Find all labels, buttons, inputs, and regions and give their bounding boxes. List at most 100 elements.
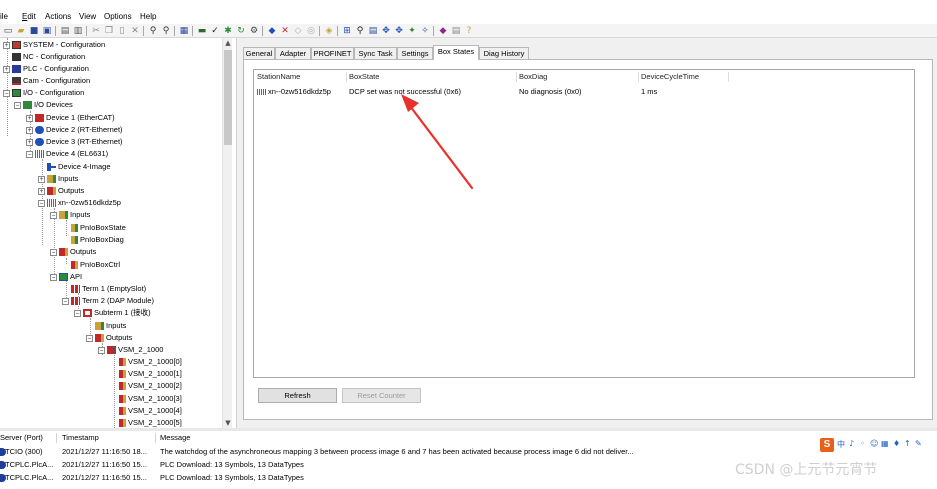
tree-item-io-devices[interactable]: − I/O Devices [14, 99, 73, 111]
tree-item-cam[interactable]: Cam - Configuration [12, 75, 90, 87]
tree-item-device-3[interactable]: + Device 3 (RT-Ethernet) [26, 136, 123, 148]
tab-box-states[interactable]: Box States [433, 45, 479, 60]
tree-item-api[interactable]: − API [50, 271, 82, 283]
moon-icon[interactable]: ♪ [849, 439, 854, 448]
tree-item-pniobox-ctrl[interactable]: PnIoBoxCtrl [71, 259, 120, 271]
activate-config-icon[interactable]: ✱ [222, 25, 234, 37]
expand-toggle[interactable]: + [3, 65, 10, 73]
col-box-diag[interactable]: BoxDiag [519, 71, 547, 83]
tree-item-term-2[interactable]: − Term 2 (DAP Module) [62, 295, 154, 307]
keyboard-icon[interactable]: ▦ [881, 439, 889, 448]
scroll-up-icon[interactable]: ▲ [223, 38, 232, 48]
chinese-mode-icon[interactable]: 中 [837, 439, 845, 450]
tree-item-subterm-1[interactable]: − Subterm 1 (接收) [74, 307, 151, 319]
tab-adapter[interactable]: Adapter [275, 47, 311, 59]
tree-item-io-config[interactable]: − I/O - Configuration [3, 87, 84, 99]
expand-toggle[interactable]: − [50, 211, 57, 219]
login-icon[interactable]: ⚙ [248, 25, 260, 37]
log-time[interactable]: 2021/12/27 11:16:50 15... [62, 472, 147, 484]
tree-item-device-4[interactable]: − Device 4 (EL6631) [26, 148, 108, 160]
tree-item-vsm-3[interactable]: VSM_2_1000[3] [119, 393, 182, 405]
goto-icon[interactable]: ▦ [178, 25, 190, 37]
free-run-icon[interactable]: ◇ [292, 25, 304, 37]
restart-icon[interactable]: ↻ [235, 25, 247, 37]
menu-view[interactable]: View [79, 12, 96, 21]
scrollbar-thumb[interactable] [224, 50, 232, 145]
expand-toggle[interactable]: − [62, 297, 69, 305]
menu-help[interactable]: Help [140, 12, 156, 21]
expand-toggle[interactable]: − [74, 309, 81, 317]
emoji-icon[interactable]: ☺ [870, 439, 878, 448]
tree-item-vsm-2[interactable]: VSM_2_1000[2] [119, 380, 182, 392]
expand-toggle[interactable]: + [38, 187, 45, 195]
tree-item-pniobox-state[interactable]: PnIoBoxState [71, 222, 126, 234]
log-time[interactable]: 2021/12/27 11:16:50 18... [62, 446, 147, 458]
tree-item-box-inputs[interactable]: − Inputs [50, 209, 90, 221]
tree-item-system[interactable]: + SYSTEM - Configuration [3, 39, 105, 51]
tree-item-term-1[interactable]: Term 1 (EmptySlot) [71, 283, 146, 295]
cut-icon[interactable]: ✂ [90, 25, 102, 37]
ime-toolbar[interactable]: S 中 ♪ ◦ ☺ ▦ ♦ ↑ ✎ [820, 438, 932, 453]
col-timestamp[interactable]: Timestamp [62, 432, 99, 444]
save-all-icon[interactable]: ▣ [41, 25, 53, 37]
expand-toggle[interactable]: − [86, 334, 93, 342]
tree-item-plc[interactable]: + PLC - Configuration [3, 63, 89, 75]
row-station[interactable]: xn--0zw516dkdz5p [257, 86, 331, 98]
tab-settings[interactable]: Settings [397, 47, 433, 59]
expand-toggle[interactable]: − [3, 89, 10, 97]
delete-icon[interactable]: ✕ [129, 25, 141, 37]
col-server-port[interactable]: Server (Port) [0, 432, 43, 444]
tree-item-nc[interactable]: NC - Configuration [12, 51, 85, 63]
menu-options[interactable]: Options [104, 12, 132, 21]
scroll-down-icon[interactable]: ▼ [223, 418, 232, 428]
tab-profinet[interactable]: PROFINET [311, 47, 354, 59]
tree-item-vsm-5[interactable]: VSM_2_1000[5] [119, 417, 182, 428]
skin-icon[interactable]: ♦ [893, 439, 900, 448]
expand-toggle[interactable]: + [26, 138, 33, 146]
force-icon[interactable]: ◎ [305, 25, 317, 37]
refresh-button[interactable]: Refresh [258, 388, 337, 403]
toggle-icon[interactable]: ⊞ [341, 25, 353, 37]
expand-toggle[interactable]: + [26, 126, 33, 134]
expand-toggle[interactable]: − [14, 101, 21, 109]
tree-item-subterm-outputs[interactable]: − Outputs [86, 332, 132, 344]
paste-icon[interactable]: ▯ [116, 25, 128, 37]
log-message[interactable]: The watchdog of the asynchroneous mappin… [160, 446, 634, 458]
expand-toggle[interactable]: + [38, 175, 45, 183]
tree-item-device-2[interactable]: + Device 2 (RT-Ethernet) [26, 124, 123, 136]
zoom-icon[interactable]: ▤ [367, 25, 379, 37]
log-message[interactable]: PLC Download: 13 Symbols, 13 DataTypes [160, 459, 304, 471]
tree-item-vsm-0[interactable]: VSM_2_1000[0] [119, 356, 182, 368]
tab-diag-history[interactable]: Diag History [479, 47, 529, 59]
expand-toggle[interactable]: − [38, 199, 45, 207]
tree-item-outputs[interactable]: + Outputs [38, 185, 84, 197]
log-server[interactable]: TCPLC.PlcA... [5, 472, 53, 484]
tree-item-box-outputs[interactable]: − Outputs [50, 246, 96, 258]
col-station-name[interactable]: StationName [257, 71, 300, 83]
online-icon[interactable]: ✥ [393, 25, 405, 37]
menu-actions[interactable]: Actions [45, 12, 71, 21]
find-icon[interactable]: ⚲ [147, 25, 159, 37]
tree-scrollbar[interactable]: ▲ ▼ [222, 38, 232, 428]
link-icon[interactable]: ✦ [406, 25, 418, 37]
find-next-icon[interactable]: ⚲ [160, 25, 172, 37]
box-states-list[interactable]: StationName BoxState BoxDiag DeviceCycle… [253, 69, 915, 378]
scan-icon[interactable]: ◈ [323, 25, 335, 37]
copy-icon[interactable]: ❐ [103, 25, 115, 37]
upload-icon[interactable]: ↑ [904, 439, 911, 448]
print-preview-icon[interactable]: ▥ [72, 25, 84, 37]
expand-toggle[interactable]: + [26, 114, 33, 122]
expand-toggle[interactable]: − [98, 346, 105, 354]
stop-icon[interactable]: ✕ [279, 25, 291, 37]
tree-item-vsm-2-1000[interactable]: − VSM_2_1000 [98, 344, 163, 356]
help-icon[interactable]: ? [463, 25, 475, 37]
check-config-icon[interactable]: ✓ [209, 25, 221, 37]
tree-item-box[interactable]: − xn--0zw516dkdz5p [38, 197, 121, 209]
sogou-logo-icon[interactable]: S [820, 438, 834, 452]
generate-mappings-icon[interactable]: ▬ [196, 25, 208, 37]
col-device-cycle-time[interactable]: DeviceCycleTime [641, 71, 699, 83]
tree-item-vsm-4[interactable]: VSM_2_1000[4] [119, 405, 182, 417]
expand-toggle[interactable]: + [3, 41, 10, 49]
reset-counter-button[interactable]: Reset Counter [342, 388, 421, 403]
book-icon[interactable]: ◆ [437, 25, 449, 37]
